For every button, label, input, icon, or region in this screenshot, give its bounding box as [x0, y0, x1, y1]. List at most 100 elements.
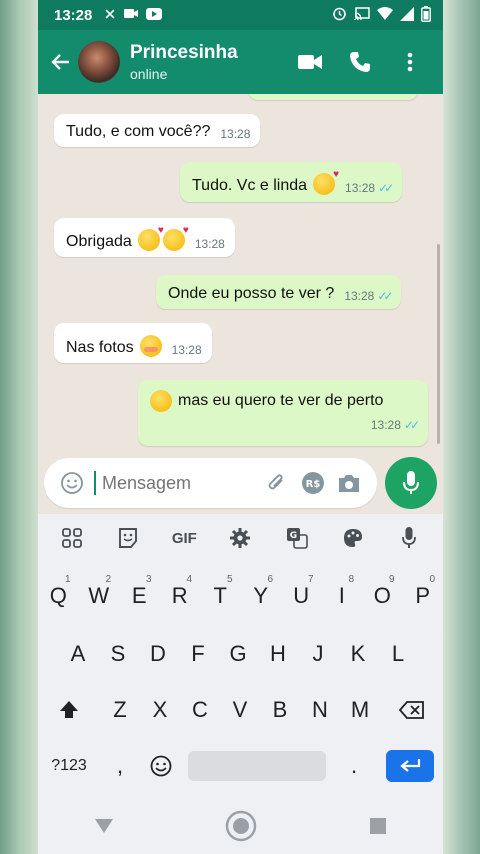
enter-key[interactable]: [385, 750, 434, 782]
message-time: 13:28: [370, 418, 401, 432]
key-a[interactable]: A: [58, 628, 98, 680]
status-bar: 13:28: [38, 0, 443, 30]
battery-icon: [421, 5, 431, 25]
read-ticks-icon: ✓✓: [403, 418, 420, 432]
key-u[interactable]: 7U: [281, 570, 322, 622]
key-j[interactable]: J: [298, 628, 338, 680]
message-bubble[interactable]: Tudo, e com você?? 13:28: [54, 114, 261, 147]
contact-avatar[interactable]: [78, 41, 120, 83]
message-partial: [248, 94, 418, 100]
key-y[interactable]: 6Y: [241, 570, 282, 622]
message-text: Nas fotos: [66, 339, 134, 356]
key-w[interactable]: 2W: [79, 570, 120, 622]
more-vert-icon[interactable]: [385, 42, 435, 82]
key-n[interactable]: N: [300, 684, 340, 736]
spacebar-key[interactable]: [188, 751, 326, 781]
message-bubble[interactable]: Nas fotos 13:28: [54, 323, 212, 363]
emoji-icon[interactable]: [54, 465, 90, 501]
message-bubble[interactable]: Onde eu posso te ver ? 13:28 ✓✓: [156, 275, 402, 309]
read-ticks-icon: ✓✓: [377, 289, 393, 303]
key-b[interactable]: B: [260, 684, 300, 736]
translate-icon[interactable]: G: [277, 520, 317, 556]
payment-icon[interactable]: R$: [295, 465, 331, 501]
phone-icon[interactable]: [335, 42, 385, 82]
key-h[interactable]: H: [258, 628, 298, 680]
message-input[interactable]: [102, 472, 242, 494]
message-time: 13:28: [171, 343, 202, 357]
chat-area[interactable]: Tudo, e com você?? 13:28 Tudo. Vc e lind…: [38, 94, 443, 452]
video-call-icon[interactable]: [285, 42, 335, 82]
face-with-hand-over-mouth-icon: [139, 335, 162, 357]
shift-icon: [60, 701, 78, 718]
chat-header: Princesinha online: [38, 30, 443, 94]
enter-key-container: [376, 740, 443, 792]
gif-button[interactable]: GIF: [164, 520, 204, 556]
key-t[interactable]: 5T: [200, 570, 241, 622]
nav-recents-icon[interactable]: [369, 817, 387, 840]
camera-icon[interactable]: [331, 465, 367, 501]
smiling-face-with-hearts-icon: [162, 225, 189, 251]
contact-status: online: [130, 66, 168, 82]
key-s[interactable]: S: [98, 628, 138, 680]
contact-name: Princesinha: [130, 42, 238, 63]
alarm-icon: [332, 6, 347, 24]
message-input-container[interactable]: R$: [44, 458, 378, 508]
spacebar-container: [182, 740, 332, 792]
key-c[interactable]: C: [180, 684, 220, 736]
emoji-key[interactable]: [140, 740, 182, 792]
key-e[interactable]: 3E: [119, 570, 160, 622]
attach-icon[interactable]: [259, 465, 295, 501]
key-m[interactable]: M: [340, 684, 380, 736]
nav-home-icon[interactable]: [225, 810, 257, 847]
message-bubble[interactable]: Tudo. Vc e linda 13:28✓✓: [180, 162, 403, 202]
youtube-icon: [146, 7, 163, 23]
mic-icon: [403, 471, 420, 494]
read-ticks-icon: ✓✓: [378, 181, 394, 195]
enter-icon: [399, 759, 420, 772]
contact-info[interactable]: Princesinha online: [130, 42, 238, 82]
voice-input-icon[interactable]: [389, 520, 429, 556]
shift-key[interactable]: [38, 684, 100, 736]
message-time: 13:28: [345, 181, 376, 195]
key-v[interactable]: V: [220, 684, 260, 736]
comma-key[interactable]: ,: [100, 740, 140, 792]
key-x[interactable]: X: [140, 684, 180, 736]
key-g[interactable]: G: [218, 628, 258, 680]
message-text: mas eu quero te ver de perto: [178, 392, 384, 409]
message-bubble[interactable]: mas eu quero te ver de perto 13:28 ✓✓: [138, 380, 428, 446]
keyboard-row-2: A S D F G H J K L: [38, 628, 443, 680]
video-recording-icon: [124, 8, 139, 22]
key-l[interactable]: L: [378, 628, 418, 680]
mic-button[interactable]: [385, 457, 437, 509]
key-d[interactable]: D: [138, 628, 178, 680]
cast-icon: [354, 6, 370, 24]
settings-gear-icon[interactable]: [220, 520, 260, 556]
message-time: 13:28: [344, 289, 375, 303]
back-arrow-icon[interactable]: [44, 42, 78, 82]
backspace-key[interactable]: [380, 684, 443, 736]
key-z[interactable]: Z: [100, 684, 140, 736]
backspace-icon: [398, 701, 424, 719]
svg-text:G: G: [289, 531, 296, 541]
key-q[interactable]: 1Q: [38, 570, 79, 622]
nav-back-icon[interactable]: [94, 818, 114, 839]
keyboard-toolbar: GIF G: [38, 514, 443, 562]
smiling-face-with-hearts-icon: [137, 225, 164, 251]
key-k[interactable]: K: [338, 628, 378, 680]
message-text: Onde eu posso te ver ?: [168, 285, 335, 302]
theme-palette-icon[interactable]: [333, 520, 373, 556]
period-key[interactable]: .: [332, 740, 376, 792]
symbols-key[interactable]: ?123: [38, 740, 100, 792]
sticker-icon[interactable]: [108, 520, 148, 556]
key-r[interactable]: 4R: [160, 570, 201, 622]
emoji-icon: [150, 755, 172, 777]
key-i[interactable]: 8I: [322, 570, 363, 622]
key-p[interactable]: 0P: [403, 570, 444, 622]
apps-grid-icon[interactable]: [52, 520, 92, 556]
key-f[interactable]: F: [178, 628, 218, 680]
chat-scrollbar[interactable]: [437, 244, 440, 444]
message-bubble[interactable]: Obrigada 13:28: [54, 218, 235, 257]
key-o[interactable]: 9O: [362, 570, 403, 622]
svg-text:R$: R$: [306, 479, 321, 490]
text-cursor: [94, 471, 96, 495]
